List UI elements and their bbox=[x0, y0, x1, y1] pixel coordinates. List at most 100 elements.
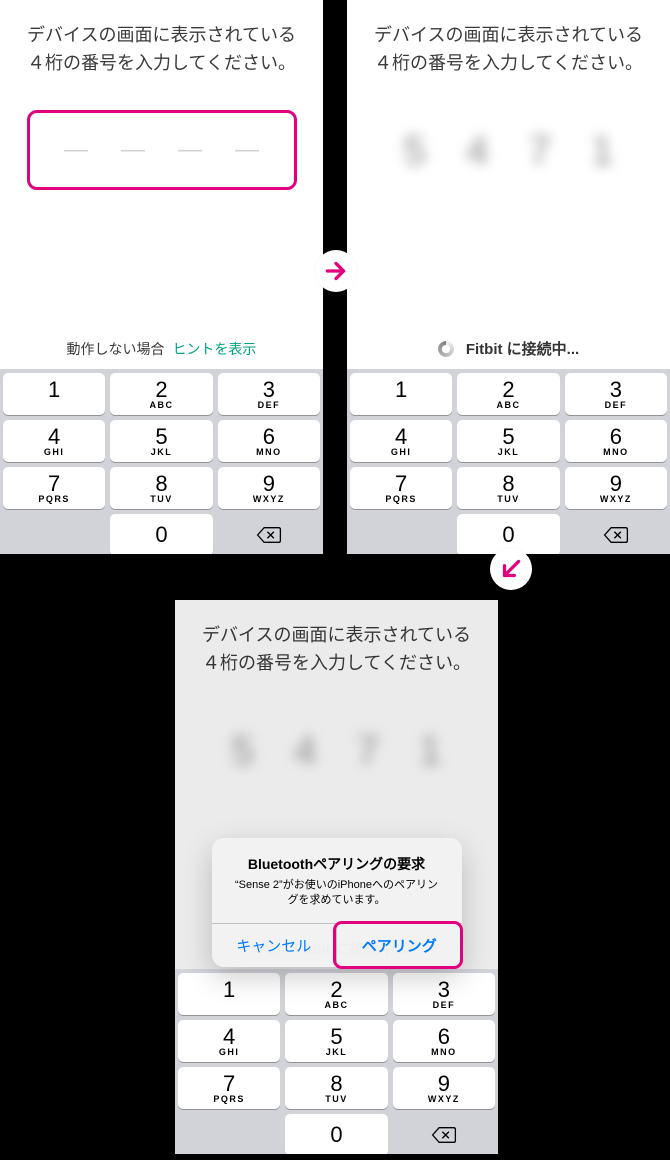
keypad-key-number: 9 bbox=[438, 1073, 450, 1095]
screen-pairing-dialog: デバイスの画面に表示されている４桁の番号を入力してください。 5 4 7 1 F… bbox=[175, 600, 498, 1154]
instruction-text: デバイスの画面に表示されている４桁の番号を入力してください。 bbox=[0, 0, 323, 88]
keypad-key-number: 4 bbox=[395, 426, 407, 448]
keypad-key-number: 7 bbox=[48, 473, 60, 495]
keypad-blank bbox=[350, 514, 452, 554]
keypad-key-0[interactable]: 0 bbox=[110, 514, 212, 554]
keypad-blank bbox=[178, 1114, 280, 1154]
keypad-key-letters: JKL bbox=[326, 1048, 348, 1057]
keypad-key-1[interactable]: 1 bbox=[3, 373, 105, 415]
numeric-keypad: 1 2ABC3DEF4GHI5JKL6MNO7PQRS8TUV9WXYZ0 bbox=[347, 369, 670, 554]
keypad-key-number: 1 bbox=[395, 379, 407, 401]
keypad-key-letters: WXYZ bbox=[253, 495, 285, 504]
keypad-key-number: 2 bbox=[155, 379, 167, 401]
keypad-key-4[interactable]: 4GHI bbox=[3, 420, 105, 462]
keypad-key-6[interactable]: 6MNO bbox=[393, 1020, 495, 1062]
backspace-icon bbox=[431, 1125, 457, 1145]
keypad-key-1[interactable]: 1 bbox=[350, 373, 452, 415]
instruction-text: デバイスの画面に表示されている４桁の番号を入力してください。 bbox=[347, 0, 670, 88]
keypad-key-3[interactable]: 3DEF bbox=[218, 373, 320, 415]
keypad-key-4[interactable]: 4GHI bbox=[178, 1020, 280, 1062]
keypad-key-letters: DEF bbox=[258, 401, 281, 410]
keypad-key-number: 3 bbox=[610, 379, 622, 401]
keypad-key-number: 0 bbox=[155, 524, 167, 546]
keypad-key-number: 5 bbox=[155, 426, 167, 448]
keypad-key-8[interactable]: 8TUV bbox=[110, 467, 212, 509]
keypad-key-letters: TUV bbox=[325, 1095, 348, 1104]
keypad-key-0[interactable]: 0 bbox=[285, 1114, 387, 1154]
keypad-key-letters: PQRS bbox=[385, 495, 417, 504]
keypad-key-number: 8 bbox=[330, 1073, 342, 1095]
keypad-key-1[interactable]: 1 bbox=[178, 973, 280, 1015]
dialog-title: Bluetoothペアリングの要求 bbox=[212, 838, 462, 876]
keypad-key-3[interactable]: 3DEF bbox=[565, 373, 667, 415]
keypad-key-number: 4 bbox=[223, 1026, 235, 1048]
keypad-key-number: 6 bbox=[438, 1026, 450, 1048]
backspace-icon bbox=[603, 525, 629, 545]
keypad-key-letters: MNO bbox=[256, 448, 282, 457]
keypad-key-letters: JKL bbox=[151, 448, 173, 457]
keypad-key-9[interactable]: 9WXYZ bbox=[218, 467, 320, 509]
keypad-key-number: 6 bbox=[263, 426, 275, 448]
keypad-key-number: 1 bbox=[223, 979, 235, 1001]
dialog-body: “Sense 2”がお使いのiPhoneへのペアリングを求めています。 bbox=[212, 876, 462, 923]
keypad-key-2[interactable]: 2ABC bbox=[457, 373, 559, 415]
keypad-key-7[interactable]: 7PQRS bbox=[350, 467, 452, 509]
pair-button[interactable]: ペアリング bbox=[336, 924, 462, 967]
cancel-button[interactable]: キャンセル bbox=[212, 924, 337, 967]
keypad-key-7[interactable]: 7PQRS bbox=[178, 1067, 280, 1109]
keypad-blank bbox=[3, 514, 105, 554]
code-placeholder-3: — bbox=[178, 136, 202, 164]
keypad-backspace[interactable] bbox=[218, 514, 320, 554]
code-placeholder-2: — bbox=[121, 136, 145, 164]
keypad-key-letters: JKL bbox=[498, 448, 520, 457]
keypad-key-7[interactable]: 7PQRS bbox=[3, 467, 105, 509]
keypad-key-2[interactable]: 2ABC bbox=[285, 973, 387, 1015]
arrow-down-left-icon bbox=[498, 556, 524, 582]
code-placeholder-1: — bbox=[64, 136, 88, 164]
keypad-key-4[interactable]: 4GHI bbox=[350, 420, 452, 462]
hint-link[interactable]: ヒントを表示 bbox=[172, 341, 256, 357]
keypad-key-2[interactable]: 2ABC bbox=[110, 373, 212, 415]
keypad-key-letters: GHI bbox=[219, 1048, 240, 1057]
flow-arrow-right bbox=[315, 250, 357, 292]
keypad-key-9[interactable]: 9WXYZ bbox=[565, 467, 667, 509]
code-digit-3: 7 bbox=[529, 129, 551, 174]
keypad-key-letters: MNO bbox=[603, 448, 629, 457]
connecting-status: Fitbit に接続中... bbox=[347, 338, 670, 359]
hint-label: 動作しない場合 bbox=[67, 341, 165, 357]
keypad-key-number: 7 bbox=[395, 473, 407, 495]
code-digit-1: 5 bbox=[232, 729, 254, 774]
keypad-backspace[interactable] bbox=[565, 514, 667, 554]
code-input-filled[interactable]: 5 4 7 1 bbox=[374, 112, 644, 192]
keypad-key-number: 2 bbox=[502, 379, 514, 401]
connecting-text: Fitbit に接続中... bbox=[466, 338, 579, 359]
code-digit-3: 7 bbox=[357, 729, 379, 774]
keypad-key-number: 0 bbox=[502, 524, 514, 546]
keypad-backspace[interactable] bbox=[393, 1114, 495, 1154]
keypad-key-8[interactable]: 8TUV bbox=[285, 1067, 387, 1109]
keypad-key-number: 0 bbox=[330, 1124, 342, 1146]
keypad-key-5[interactable]: 5JKL bbox=[285, 1020, 387, 1062]
keypad-key-letters: MNO bbox=[431, 1048, 457, 1057]
keypad-key-number: 7 bbox=[223, 1073, 235, 1095]
screen-code-entry-filled: デバイスの画面に表示されている４桁の番号を入力してください。 5 4 7 1 F… bbox=[347, 0, 670, 554]
bluetooth-pairing-dialog: Bluetoothペアリングの要求 “Sense 2”がお使いのiPhoneへの… bbox=[212, 838, 462, 967]
keypad-key-number: 3 bbox=[263, 379, 275, 401]
code-digit-4: 1 bbox=[591, 129, 613, 174]
keypad-key-number: 9 bbox=[610, 473, 622, 495]
keypad-key-6[interactable]: 6MNO bbox=[218, 420, 320, 462]
code-digit-2: 4 bbox=[294, 729, 316, 774]
keypad-key-letters: PQRS bbox=[213, 1095, 245, 1104]
keypad-key-letters: DEF bbox=[605, 401, 628, 410]
keypad-key-letters: ABC bbox=[496, 401, 520, 410]
keypad-key-9[interactable]: 9WXYZ bbox=[393, 1067, 495, 1109]
keypad-key-8[interactable]: 8TUV bbox=[457, 467, 559, 509]
keypad-key-number: 6 bbox=[610, 426, 622, 448]
keypad-key-letters: TUV bbox=[497, 495, 520, 504]
code-input-box[interactable]: — — — — bbox=[27, 110, 297, 190]
keypad-key-5[interactable]: 5JKL bbox=[110, 420, 212, 462]
keypad-key-6[interactable]: 6MNO bbox=[565, 420, 667, 462]
keypad-key-3[interactable]: 3DEF bbox=[393, 973, 495, 1015]
keypad-key-number: 1 bbox=[48, 379, 60, 401]
keypad-key-5[interactable]: 5JKL bbox=[457, 420, 559, 462]
